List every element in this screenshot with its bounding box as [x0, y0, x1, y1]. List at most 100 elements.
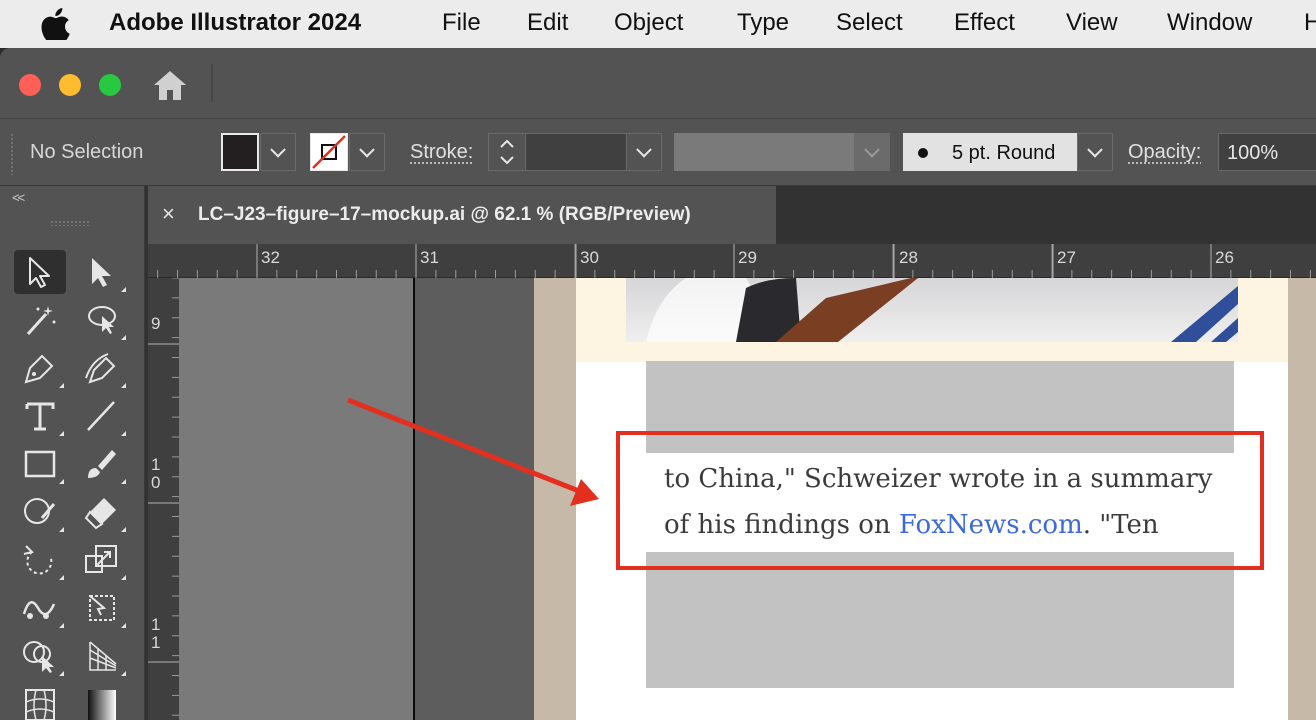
rectangle-icon [24, 450, 56, 478]
fill-dropdown[interactable] [260, 133, 296, 171]
puppet-warp-icon [22, 601, 56, 619]
menu-view[interactable]: View [1066, 9, 1118, 37]
brush-dot-icon [918, 148, 928, 158]
zoom-window-button[interactable] [99, 74, 121, 96]
brush-definition[interactable]: 5 pt. Round [903, 133, 1077, 171]
ruler-label: 29 [738, 248, 757, 267]
annotation-arrow [347, 397, 599, 506]
close-tab-icon[interactable]: × [162, 201, 175, 227]
document-tab-bar: × LC–J23–figure–17–mockup.ai @ 62.1 % (R… [145, 186, 1316, 244]
shape-builder-tool[interactable] [14, 634, 66, 678]
collapse-panel-button[interactable]: << [12, 190, 25, 205]
menu-type[interactable]: Type [737, 9, 789, 37]
line-segment-icon [87, 401, 115, 431]
pen-tool[interactable] [14, 346, 66, 390]
eraser-tool[interactable] [76, 490, 128, 534]
stroke-weight-stepper[interactable] [488, 133, 526, 171]
shaper-tool[interactable] [14, 490, 66, 534]
horizontal-ruler[interactable]: 32 31 30 29 28 27 26 [148, 244, 1316, 278]
ruler-label: 31 [420, 248, 439, 267]
menu-bar: Adobe Illustrator 2024 File Edit Object … [0, 0, 1316, 48]
shape-builder-icon [23, 641, 54, 673]
rotate-icon [23, 545, 53, 575]
scale-tool[interactable] [76, 538, 128, 582]
chevron-down-icon [359, 142, 375, 158]
ruler-label: 27 [1057, 248, 1076, 267]
menu-window[interactable]: Window [1167, 9, 1252, 37]
ruler-label: 28 [899, 248, 918, 267]
stroke-weight-dropdown[interactable] [626, 133, 662, 171]
menu-help[interactable]: H [1304, 9, 1316, 37]
mesh-tool[interactable] [14, 682, 66, 720]
ruler-ticks [148, 278, 179, 716]
brush-dropdown[interactable] [1077, 133, 1113, 171]
panel-grip[interactable] [10, 133, 14, 175]
opacity-input[interactable]: 100% [1218, 133, 1316, 171]
menu-object[interactable]: Object [614, 9, 683, 37]
chevron-down-icon [1087, 142, 1103, 158]
stepper-arrows-icon [500, 139, 514, 165]
minimize-window-button[interactable] [59, 74, 81, 96]
apple-icon[interactable] [40, 8, 70, 40]
curvature-tool[interactable] [76, 346, 128, 390]
rectangle-tool[interactable] [14, 442, 66, 486]
magic-wand-icon [26, 306, 56, 336]
selection-tool[interactable] [14, 250, 66, 294]
ruler-label: 30 [580, 248, 599, 267]
gradient-tool[interactable] [76, 682, 128, 720]
direct-selection-arrow-icon [92, 258, 111, 287]
ruler-ticks [157, 244, 1311, 278]
document-title: LC–J23–figure–17–mockup.ai @ 62.1 % (RGB… [198, 204, 691, 225]
menu-file[interactable]: File [442, 9, 481, 37]
lasso-tool[interactable] [76, 298, 128, 342]
vertical-ruler[interactable]: 9 1 0 1 1 [148, 278, 179, 720]
paintbrush-icon [88, 450, 116, 478]
eraser-icon [84, 498, 116, 530]
ruler-label: 9 [151, 314, 161, 333]
pen-icon [24, 354, 54, 384]
line-segment-tool[interactable] [76, 394, 128, 438]
stroke-swatch[interactable] [310, 133, 348, 171]
document-tab[interactable]: × LC–J23–figure–17–mockup.ai @ 62.1 % (R… [148, 186, 776, 244]
curvature-pen-icon [85, 353, 116, 384]
close-window-button[interactable] [19, 74, 41, 96]
rotate-tool[interactable] [14, 538, 66, 582]
scale-icon [85, 545, 117, 573]
panel-grip[interactable] [50, 220, 90, 226]
brush-label: 5 pt. Round [952, 142, 1056, 164]
ruler-label: 1 0 [151, 455, 161, 492]
ruler-label: 32 [261, 248, 280, 267]
magic-wand-tool[interactable] [14, 298, 66, 342]
menu-select[interactable]: Select [836, 9, 903, 37]
menu-edit[interactable]: Edit [527, 9, 568, 37]
ruler-label: 26 [1215, 248, 1234, 267]
stroke-color-dropdown[interactable] [349, 133, 385, 171]
type-t-icon [25, 402, 55, 431]
perspective-grid-icon [89, 641, 117, 671]
chevron-down-icon [864, 142, 880, 158]
stroke-weight-input[interactable] [525, 133, 627, 171]
variable-width-dropdown[interactable] [854, 133, 890, 171]
illustrator-window: No Selection Stroke: 5 pt. Round Opacity [0, 48, 1316, 720]
home-icon[interactable] [152, 68, 188, 102]
artboard-canvas[interactable]: to China," Schweizer wrote in a summary … [179, 278, 1316, 720]
type-tool[interactable] [14, 394, 66, 438]
ruler-label: 1 1 [151, 615, 161, 652]
free-transform-tool[interactable] [76, 586, 128, 630]
menu-effect[interactable]: Effect [954, 9, 1015, 37]
fill-swatch[interactable] [221, 133, 259, 171]
paintbrush-tool[interactable] [76, 442, 128, 486]
opacity-value: 100% [1227, 142, 1279, 164]
chevron-down-icon [636, 142, 652, 158]
selection-arrow-icon [29, 257, 50, 288]
puppet-warp-tool[interactable] [14, 586, 66, 630]
lasso-icon [88, 306, 116, 334]
free-transform-icon [89, 595, 115, 621]
direct-selection-tool[interactable] [76, 250, 128, 294]
perspective-grid-tool[interactable] [76, 634, 128, 678]
variable-width-profile[interactable] [674, 133, 854, 171]
opacity-label[interactable]: Opacity: [1128, 141, 1201, 164]
stroke-label[interactable]: Stroke: [410, 141, 473, 164]
app-menu[interactable]: Adobe Illustrator 2024 [109, 9, 361, 37]
tools-panel: << [0, 186, 145, 720]
